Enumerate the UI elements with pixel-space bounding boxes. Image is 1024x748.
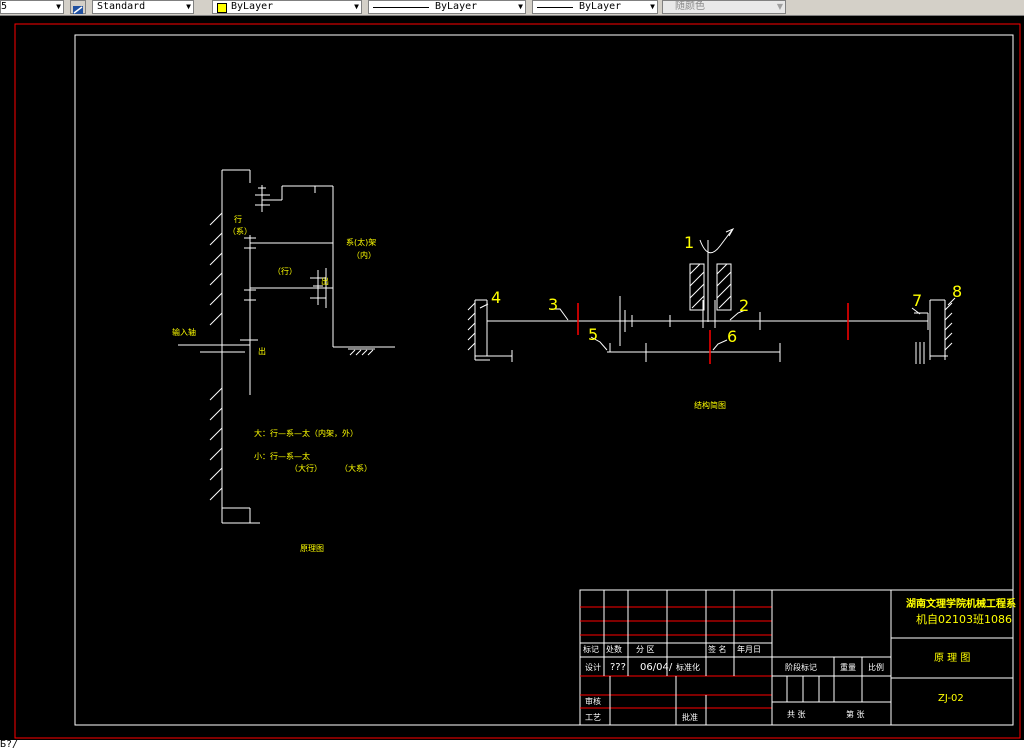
label-input-shaft: 输入轴 <box>172 327 196 337</box>
structure-callouts: 1 2 3 4 5 6 7 8 <box>491 233 962 346</box>
scale: 比例 <box>868 662 884 672</box>
school-name: 湖南文理学院机械工程系 <box>906 597 1016 610</box>
row-review: 审核 <box>585 696 601 706</box>
sheet-frame <box>14 23 1021 739</box>
drawing-canvas[interactable]: 行 （系） 系(太)架 （内） （行） 出 输入轴 出 大：行—系—太（内架，外… <box>0 16 1024 740</box>
weight: 重量 <box>840 662 856 672</box>
label-xing-paren: （行） <box>273 266 297 276</box>
callout-1: 1 <box>684 233 694 252</box>
chevron-down-icon[interactable]: ▼ <box>354 1 359 13</box>
label-inner: （内） <box>352 250 376 260</box>
note-small: 小：行—系—太 <box>254 451 310 461</box>
label-carrier: 系(太)架 <box>346 237 376 247</box>
text-style-manager-button[interactable] <box>70 0 86 14</box>
plot-style-value: 随颜色 <box>675 1 705 12</box>
row-standard: 标准化 <box>676 662 700 672</box>
structure-sketch <box>467 227 956 364</box>
title-block-text: 湖南文理学院机械工程系 机自02103班1086 标记 处数 分 区 签 名 年… <box>583 597 1016 722</box>
callout-8: 8 <box>952 282 962 301</box>
linetype-sample-icon <box>373 7 429 8</box>
row-design: 设计 <box>585 662 601 672</box>
hdr-sign: 签 名 <box>708 644 727 654</box>
callout-7: 7 <box>912 291 922 310</box>
stage-mark: 阶段标记 <box>785 662 817 672</box>
hdr-mark: 标记 <box>583 644 599 654</box>
note-large: 大：行—系—太（内架，外） <box>254 428 358 438</box>
command-line-text: Б?/ <box>0 740 19 748</box>
lineweight-value: ByLayer <box>579 1 622 12</box>
label-xi-paren: （系） <box>228 226 252 236</box>
structure-caption: 结构简图 <box>694 400 726 410</box>
drawing-title: 原 理 图 <box>934 652 970 664</box>
note-large-planet: （大行） <box>290 463 322 473</box>
lineweight-sample-icon <box>537 7 573 8</box>
chevron-down-icon[interactable]: ▼ <box>518 1 523 13</box>
command-line[interactable]: Б?/ <box>0 740 1024 748</box>
hdr-count: 处数 <box>606 644 622 654</box>
schematic-caption: 原理图 <box>300 544 324 553</box>
design-date: 06/04/ <box>640 662 673 673</box>
label-xing: 行 <box>234 214 242 224</box>
properties-toolbar: 5 ▼ Standard ▼ ByLayer ▼ ByLayer ▼ ByLay… <box>0 0 1024 16</box>
chevron-down-icon[interactable]: ▼ <box>56 1 61 13</box>
row-process: 工艺 <box>585 713 601 722</box>
layer-value: 5 <box>1 1 8 12</box>
total-sheets: 共 张 <box>787 710 806 719</box>
hdr-zone: 分 区 <box>636 645 655 654</box>
color-swatch-icon <box>217 3 227 13</box>
linetype-value: ByLayer <box>435 1 478 12</box>
note-large-system: （大系） <box>340 463 372 473</box>
callout-4: 4 <box>491 288 501 307</box>
chevron-down-icon: ▼ <box>776 2 783 11</box>
callout-3: 3 <box>548 295 558 314</box>
drawing-number: ZJ-02 <box>938 693 964 704</box>
plot-style-dropdown: 随颜色 ▼ <box>662 0 786 14</box>
callout-2: 2 <box>739 296 749 315</box>
callout-5: 5 <box>588 325 598 344</box>
class-id: 机自02103班1086 <box>916 612 1012 626</box>
design-name: ??? <box>610 662 626 673</box>
row-approve: 批准 <box>682 712 698 722</box>
chevron-down-icon[interactable]: ▼ <box>186 1 191 13</box>
label-output-small: 出 <box>321 276 329 286</box>
lineweight-dropdown[interactable]: ByLayer ▼ <box>532 0 658 14</box>
drawing-border <box>74 34 1014 726</box>
structure-marks <box>577 303 849 364</box>
text-style-dropdown[interactable]: Standard ▼ <box>92 0 194 14</box>
linetype-dropdown[interactable]: ByLayer ▼ <box>368 0 526 14</box>
color-value: ByLayer <box>231 1 274 12</box>
color-dropdown[interactable]: ByLayer ▼ <box>212 0 362 14</box>
callout-6: 6 <box>727 327 737 346</box>
sheet-number: 第 张 <box>846 709 865 719</box>
hdr-date: 年月日 <box>737 644 761 654</box>
label-output: 出 <box>258 346 266 356</box>
layer-dropdown[interactable]: 5 ▼ <box>0 0 64 14</box>
chevron-down-icon[interactable]: ▼ <box>650 1 655 13</box>
text-style-icon <box>73 6 83 14</box>
text-style-value: Standard <box>97 1 146 12</box>
schematic-labels: 行 （系） 系(太)架 （内） （行） 出 输入轴 出 大：行—系—太（内架，外… <box>172 214 376 553</box>
